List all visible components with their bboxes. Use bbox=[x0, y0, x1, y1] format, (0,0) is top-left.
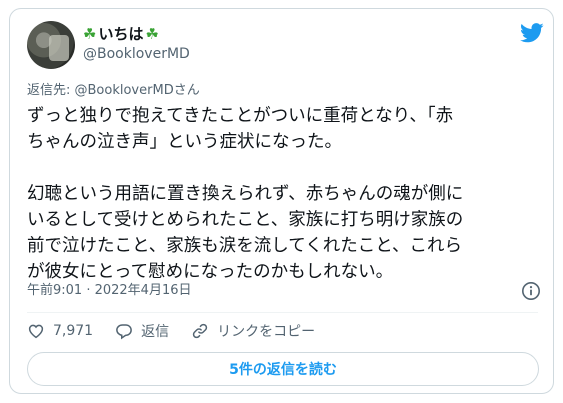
reply-context: 返信先: @BookloverMDさん bbox=[27, 83, 200, 99]
author-handle[interactable]: @BookloverMD bbox=[83, 45, 190, 63]
avatar[interactable] bbox=[27, 21, 75, 69]
tweet-text-line: いるとして受けとめられたこと、家族に打ち明け家族の bbox=[27, 210, 464, 230]
tweet-text-line: ちゃんの泣き声」という症状になった。 bbox=[27, 132, 342, 152]
tweet-text-line: 前で泣けたこと、家族も涙を流してくれたこと、これら bbox=[27, 236, 463, 256]
copy-link-button[interactable]: リンクをコピー bbox=[191, 321, 315, 341]
speech-bubble-icon bbox=[116, 324, 132, 340]
tweet-timestamp[interactable]: 午前9:01 · 2022年4月16日 bbox=[27, 283, 192, 299]
like-button[interactable]: 7,971 bbox=[27, 322, 93, 340]
tweet-card: ☘ いちは ☘ @BookloverMD 返信先: @BookloverMDさん… bbox=[9, 8, 554, 394]
divider bbox=[27, 312, 538, 313]
reply-button[interactable]: 返信 bbox=[115, 321, 169, 341]
four-leaf-clover-icon: ☘ bbox=[83, 25, 97, 43]
tweet-text-line: 幻聴という用語に置き換えられず、赤ちゃんの魂が側に bbox=[27, 184, 464, 204]
tweet-text-line: が彼女にとって慰めになったのかもしれない。 bbox=[27, 262, 394, 282]
author-name-row[interactable]: ☘ いちは ☘ bbox=[83, 24, 159, 44]
tweet-text-line bbox=[27, 155, 542, 181]
read-replies-button[interactable]: 5件の返信を読む bbox=[27, 352, 539, 386]
link-icon bbox=[192, 323, 208, 339]
like-count: 7,971 bbox=[53, 323, 94, 339]
copy-link-label: リンクをコピー bbox=[217, 324, 316, 340]
tweet-actions: 7,971 返信 リンクをコピー bbox=[27, 320, 337, 342]
tweet-text: ずっと独りで抱えてきたことがついに重荷となり、「赤 ちゃんの泣き声」という症状にな… bbox=[27, 103, 542, 285]
reply-mention-link[interactable]: @BookloverMDさん bbox=[75, 83, 200, 98]
author-display-name[interactable]: いちは bbox=[98, 24, 143, 44]
reply-context-label: 返信先: bbox=[27, 83, 75, 98]
info-icon[interactable] bbox=[521, 281, 541, 301]
heart-icon bbox=[28, 324, 44, 339]
tweet-text-line: ずっと独りで抱えてきたことがついに重荷となり、「赤 bbox=[27, 106, 454, 126]
four-leaf-clover-icon: ☘ bbox=[145, 25, 159, 43]
reply-label: 返信 bbox=[141, 324, 170, 340]
twitter-bird-icon[interactable] bbox=[520, 23, 544, 43]
